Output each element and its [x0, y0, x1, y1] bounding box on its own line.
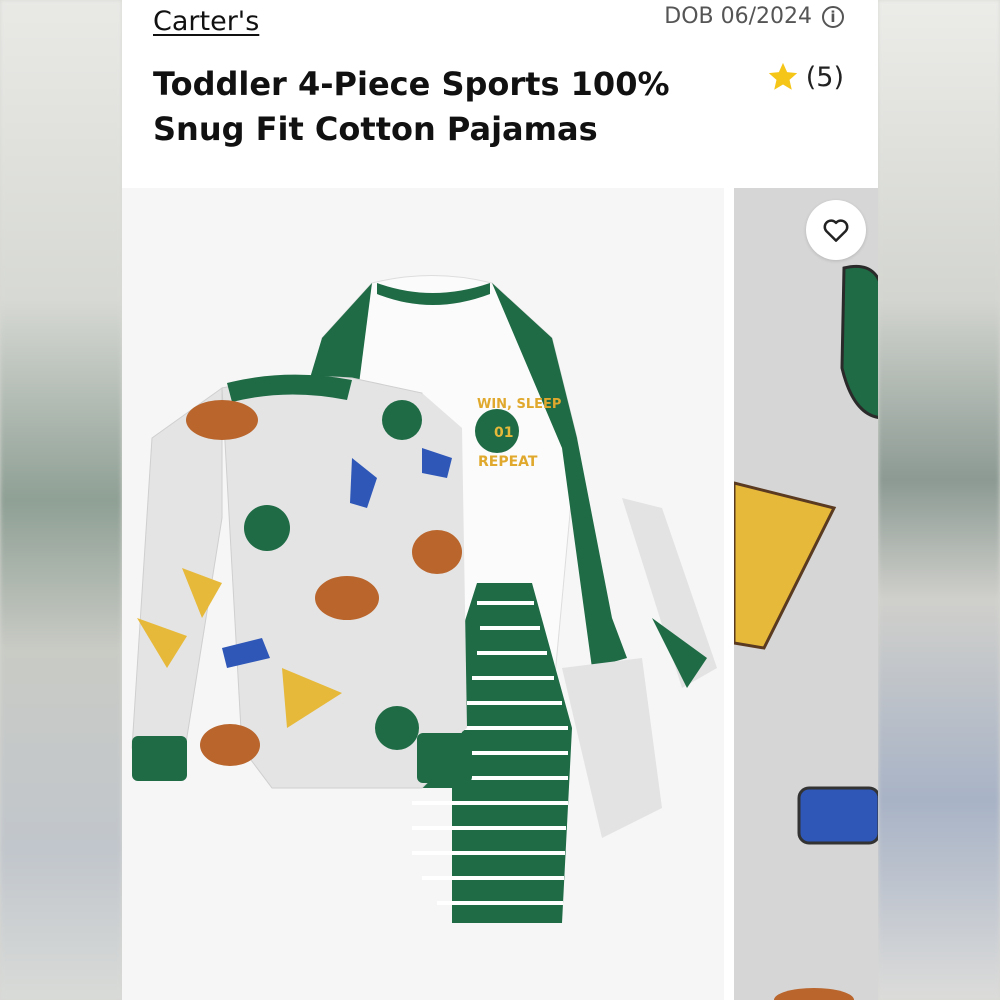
fabric-closeup [732, 188, 878, 1000]
info-icon[interactable]: i [822, 5, 844, 28]
detail-photo[interactable] [732, 188, 878, 1000]
dob-label: DOB 06/2024 [664, 4, 812, 29]
heart-icon [823, 219, 849, 242]
brand-link[interactable]: Carter's [153, 6, 259, 37]
rating[interactable]: (5) [766, 60, 844, 94]
svg-text:REPEAT: REPEAT [478, 454, 538, 470]
background-left-blur [0, 0, 122, 1000]
product-photo[interactable]: WIN, SLEEP 01 REPEAT [122, 188, 724, 1000]
background-right-blur [878, 0, 1000, 1000]
favorite-button[interactable] [806, 200, 866, 260]
pajama-illustration: WIN, SLEEP 01 REPEAT [131, 275, 717, 923]
rating-count: (5) [805, 61, 844, 93]
listing-card: Carter's DOB 06/2024 i Toddler 4-Piece S… [122, 0, 878, 1000]
svg-text:WIN, SLEEP: WIN, SLEEP [477, 397, 561, 412]
product-title: Toddler 4-Piece Sports 100% Snug Fit Cot… [153, 65, 670, 148]
star-icon [768, 62, 797, 90]
dob-info[interactable]: DOB 06/2024 i [664, 4, 844, 29]
printed-shirt [131, 374, 472, 789]
svg-text:01: 01 [494, 425, 513, 441]
